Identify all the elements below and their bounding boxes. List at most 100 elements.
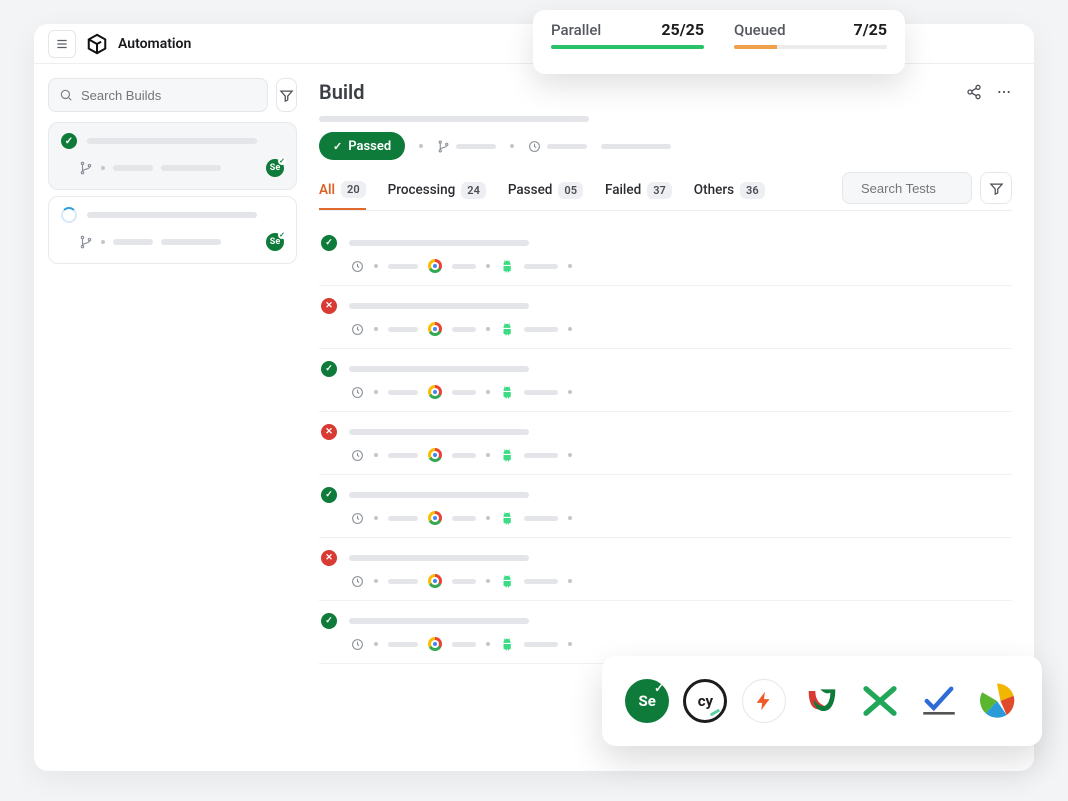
test-row[interactable] [319,412,1012,475]
tool-canvas[interactable] [975,679,1019,723]
build-meta: Passed [319,116,1012,160]
share-icon[interactable] [966,84,982,100]
chrome-icon [428,259,442,273]
separator-dot [374,642,378,646]
main-header: Build [319,80,1012,104]
tool-selenium[interactable]: Se [625,679,669,723]
placeholder [524,642,558,647]
android-icon [500,385,514,399]
tab-count: 24 [461,182,486,199]
filter-builds-button[interactable] [276,78,297,112]
menu-button[interactable] [48,30,76,58]
status-fail-icon [321,550,337,566]
stat-bar-fill [551,45,704,49]
placeholder [388,327,418,332]
tool-lightning[interactable] [742,679,786,723]
filter-icon [279,88,294,103]
separator-dot [486,264,490,268]
status-fail-icon [321,298,337,314]
clock-icon [351,449,364,462]
tool-testcafe[interactable] [858,679,902,723]
stat-label: Parallel [551,21,601,39]
tab-count: 36 [740,182,765,199]
placeholder [524,516,558,521]
separator-dot [568,516,572,520]
tab-label: Processing [388,182,456,198]
test-row-meta [321,637,1008,651]
test-row[interactable] [319,223,1012,286]
clock-icon [351,512,364,525]
tab-processing[interactable]: Processing 24 [388,173,486,209]
placeholder [87,138,257,144]
placeholder [524,579,558,584]
clock-icon [351,260,364,273]
search-builds-input[interactable] [81,88,257,103]
placeholder [456,144,496,149]
android-icon [500,574,514,588]
placeholder [524,390,558,395]
android-icon [500,448,514,462]
separator-dot [374,516,378,520]
hamburger-icon [55,37,69,51]
tool-playwright[interactable] [800,679,844,723]
placeholder [524,264,558,269]
build-card[interactable]: Se [48,196,297,264]
clock-icon [351,386,364,399]
test-row[interactable] [319,538,1012,601]
placeholder [601,144,671,149]
selenium-badge-icon: Se [266,233,284,251]
tests-list [319,223,1012,664]
tab-failed[interactable]: Failed37 [605,173,672,209]
separator-dot [568,453,572,457]
tab-all[interactable]: All20 [319,173,366,210]
placeholder [349,366,529,372]
separator-dot [486,642,490,646]
placeholder [349,618,529,624]
logo-icon [86,33,108,55]
tabs-row: All20 Processing 24 Passed05 Failed37 Others3… [319,172,1012,211]
status-row: Passed [319,132,1012,160]
separator-dot [374,327,378,331]
test-row-meta [321,259,1008,273]
search-tests[interactable] [842,172,972,204]
status-fail-icon [321,424,337,440]
search-icon [59,88,73,102]
build-card-row [61,207,284,223]
test-row-header [321,424,1008,440]
placeholder [452,579,476,584]
filter-tests-button[interactable] [980,172,1012,204]
separator-dot [374,453,378,457]
placeholder [452,390,476,395]
tab-others[interactable]: Others36 [694,173,765,209]
tool-k6[interactable] [917,679,961,723]
android-icon [500,511,514,525]
placeholder [388,516,418,521]
branch-icon [79,161,93,175]
stat-value: 7/25 [854,20,887,39]
separator-dot [486,516,490,520]
test-row[interactable] [319,475,1012,538]
android-icon [500,322,514,336]
tab-passed[interactable]: Passed05 [508,173,583,209]
build-card[interactable]: Se [48,122,297,190]
test-row-header [321,298,1008,314]
chrome-icon [428,637,442,651]
tool-label: cy [698,692,713,710]
test-row[interactable] [319,601,1012,664]
placeholder [452,642,476,647]
test-row-meta [321,385,1008,399]
sidebar-search[interactable] [48,78,268,112]
more-icon[interactable] [996,84,1012,100]
separator-dot [510,144,514,148]
tool-cypress[interactable]: cy [683,679,727,723]
build-card-row: Se [61,159,284,177]
stat-queued: Queued 7/25 [734,20,887,66]
filter-icon [989,181,1004,196]
placeholder [349,240,529,246]
test-row[interactable] [319,286,1012,349]
branch-icon [437,140,450,153]
placeholder [87,212,257,218]
meta-branch [437,140,496,153]
test-row[interactable] [319,349,1012,412]
placeholder [113,165,153,171]
